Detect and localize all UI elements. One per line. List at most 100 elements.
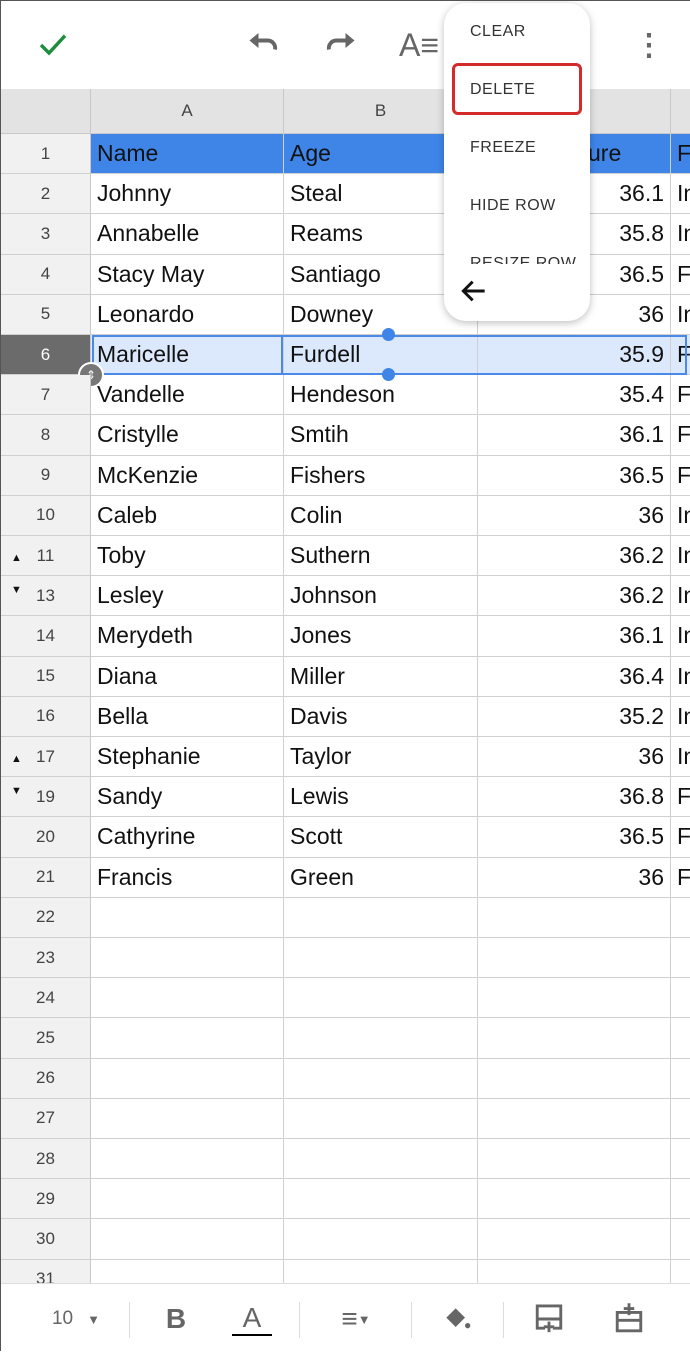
cell-b[interactable]: Jones bbox=[284, 616, 478, 657]
cell-d[interactable]: In bbox=[671, 576, 690, 617]
row-header[interactable]: 22 bbox=[1, 897, 91, 938]
cell-b[interactable]: Lewis bbox=[284, 777, 478, 818]
row-header[interactable]: 21 bbox=[1, 857, 91, 898]
cell-c[interactable] bbox=[478, 1259, 671, 1283]
cell-c[interactable]: 36 bbox=[478, 495, 671, 536]
cell-d[interactable]: In bbox=[671, 214, 690, 255]
cell-c[interactable] bbox=[478, 1058, 671, 1099]
cell-b[interactable]: Scott bbox=[284, 817, 478, 858]
cell-b[interactable] bbox=[284, 1259, 478, 1283]
table-row[interactable]: 11▲TobySuthern36.2In bbox=[1, 536, 690, 577]
row-header[interactable]: 7 bbox=[1, 375, 91, 416]
cell-a[interactable]: Johnny bbox=[91, 174, 284, 215]
cell-a[interactable] bbox=[91, 1259, 284, 1283]
column-header-a[interactable]: A bbox=[91, 89, 284, 134]
cell-d[interactable]: In bbox=[671, 657, 690, 697]
table-row[interactable]: 29 bbox=[1, 1179, 690, 1220]
table-row[interactable]: 9 McKenzie Fishers 36.5 F bbox=[1, 455, 690, 496]
cell-d[interactable] bbox=[671, 898, 690, 938]
table-row[interactable]: 30 bbox=[1, 1219, 690, 1260]
cell-a[interactable] bbox=[91, 1018, 284, 1059]
row-header[interactable]: 30 bbox=[1, 1219, 91, 1260]
corner-header[interactable] bbox=[1, 89, 91, 134]
column-header-d[interactable] bbox=[671, 89, 690, 134]
bold-icon[interactable]: B bbox=[156, 1302, 196, 1336]
row-header[interactable]: 28 bbox=[1, 1139, 91, 1180]
cell-d[interactable]: F bbox=[671, 415, 690, 456]
hidden-rows-down-icon[interactable]: ▼ bbox=[11, 785, 22, 797]
cell-a[interactable]: Francis bbox=[91, 857, 284, 898]
menu-item-hide-row[interactable]: HIDE ROW bbox=[470, 197, 556, 215]
cell-c[interactable]: 35.9 bbox=[478, 335, 671, 376]
table-row[interactable]: 8 Cristylle Smtih 36.1 F bbox=[1, 415, 690, 456]
cell-a[interactable] bbox=[91, 1098, 284, 1139]
cell-c[interactable]: 36.2 bbox=[478, 536, 671, 577]
cell-c[interactable] bbox=[478, 1018, 671, 1059]
row-header[interactable]: 1 bbox=[1, 134, 91, 175]
row-header[interactable]: 14 bbox=[1, 616, 91, 657]
row-header[interactable]: 19 bbox=[1, 777, 91, 818]
row-header[interactable]: 24 bbox=[1, 978, 91, 1019]
cell-c[interactable] bbox=[478, 938, 671, 979]
cell-b[interactable] bbox=[284, 897, 478, 938]
table-row[interactable]: 19 ▼ Sandy Lewis 36.8 F bbox=[1, 777, 690, 818]
cell-a[interactable]: Sandy bbox=[91, 777, 284, 818]
cell-c[interactable] bbox=[478, 1219, 671, 1260]
cell-c[interactable] bbox=[478, 978, 671, 1019]
cell-a[interactable]: Merydeth bbox=[91, 616, 284, 657]
cell-b[interactable] bbox=[284, 1219, 478, 1260]
cell-a[interactable]: Leonardo bbox=[91, 294, 284, 335]
table-row[interactable]: 13▼ LesleyJohnson36.2In bbox=[1, 576, 690, 617]
cell-c[interactable]: 36 bbox=[478, 737, 671, 778]
cell-d[interactable]: In bbox=[671, 616, 690, 657]
cell-d[interactable] bbox=[671, 938, 690, 979]
cell-b[interactable] bbox=[284, 1139, 478, 1180]
cell-d[interactable] bbox=[671, 978, 690, 1019]
cell-d[interactable]: F bbox=[671, 375, 690, 416]
cell-b[interactable] bbox=[284, 1098, 478, 1139]
cell-c[interactable]: 36.4 bbox=[478, 656, 671, 697]
cell-b[interactable]: Taylor bbox=[284, 737, 478, 778]
cell-b[interactable] bbox=[284, 1179, 478, 1220]
cell-c[interactable]: 36.8 bbox=[478, 777, 671, 818]
cell-a[interactable] bbox=[91, 938, 284, 979]
cell-c[interactable] bbox=[478, 1139, 671, 1180]
cell-a[interactable] bbox=[91, 1139, 284, 1180]
cell-b[interactable]: Colin bbox=[284, 495, 478, 536]
row-header[interactable]: 9 bbox=[1, 455, 91, 496]
fill-color-icon[interactable] bbox=[437, 1302, 477, 1336]
row-header[interactable]: 6 bbox=[1, 335, 91, 376]
table-row[interactable]: 10CalebColin36In bbox=[1, 495, 690, 536]
cell-a[interactable] bbox=[91, 1219, 284, 1260]
table-row[interactable]: 15DianaMiller36.4In bbox=[1, 656, 690, 697]
cell-d[interactable]: F bbox=[671, 817, 690, 858]
cell-a[interactable]: Diana bbox=[91, 656, 284, 697]
cell-b[interactable]: Furdell bbox=[284, 335, 478, 376]
cell-a[interactable] bbox=[91, 978, 284, 1019]
cell-b[interactable] bbox=[284, 1018, 478, 1059]
insert-row-above-icon[interactable] bbox=[609, 1302, 649, 1336]
table-row[interactable]: 22 bbox=[1, 897, 690, 938]
row-header[interactable]: 2 bbox=[1, 174, 91, 215]
menu-item-delete[interactable]: DELETE bbox=[470, 81, 535, 99]
cell-d[interactable] bbox=[671, 1139, 690, 1180]
cell-b[interactable]: Hendeson bbox=[284, 375, 478, 416]
check-icon[interactable] bbox=[31, 23, 75, 67]
table-row[interactable]: 17▲StephanieTaylor36In bbox=[1, 737, 690, 778]
table-row[interactable]: 23 bbox=[1, 938, 690, 979]
undo-icon[interactable] bbox=[241, 23, 285, 67]
cell-d[interactable]: F bbox=[671, 858, 690, 898]
cell-a[interactable]: Vandelle bbox=[91, 375, 284, 416]
cell-d[interactable]: F bbox=[671, 456, 690, 496]
table-row[interactable]: 28 bbox=[1, 1139, 690, 1180]
cell-d[interactable]: In bbox=[671, 496, 690, 536]
cell-d[interactable]: In bbox=[671, 536, 690, 577]
cell-d[interactable]: In bbox=[671, 737, 690, 778]
table-row[interactable]: 20 Cathyrine Scott 36.5 F bbox=[1, 817, 690, 858]
cell-a[interactable]: Cristylle bbox=[91, 415, 284, 456]
cell-a[interactable]: Name bbox=[91, 134, 284, 175]
more-vert-icon[interactable]: ⋮ bbox=[627, 23, 671, 67]
cell-c[interactable] bbox=[478, 897, 671, 938]
row-header[interactable]: 4 bbox=[1, 254, 91, 295]
cell-c[interactable]: 36.5 bbox=[478, 455, 671, 496]
